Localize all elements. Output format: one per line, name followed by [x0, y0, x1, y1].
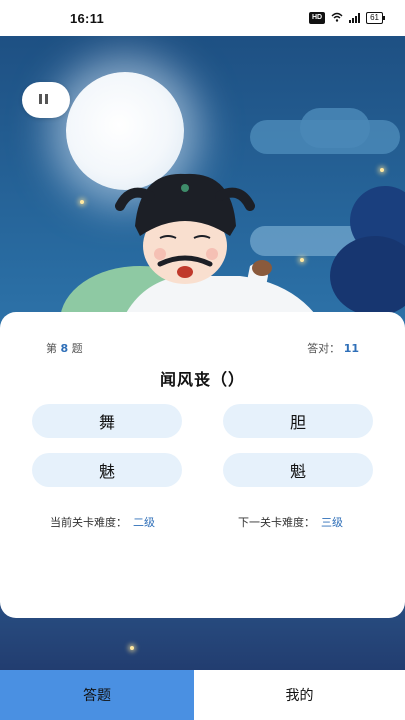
- music-play-icon: [37, 91, 55, 110]
- star-decoration: [130, 646, 134, 650]
- hd-badge: HD: [308, 12, 326, 24]
- signal-icon: [349, 13, 361, 23]
- question-counter: 第 8 题: [46, 340, 83, 356]
- music-toggle-button[interactable]: [22, 82, 70, 118]
- current-difficulty-label: 当前关卡难度：: [50, 516, 127, 529]
- next-difficulty-value: 三级: [321, 516, 343, 529]
- tab-quiz[interactable]: 答题: [0, 670, 194, 720]
- correct-label: 答对：: [307, 342, 341, 355]
- question-text: 闻风丧（）: [159, 370, 245, 389]
- option-button-1[interactable]: 舞: [32, 404, 182, 438]
- bottom-tab-bar: 答题 我的: [0, 670, 405, 720]
- next-difficulty: 下一关卡难度： 三级: [238, 514, 343, 530]
- correct-counter: 答对： 11: [307, 340, 359, 356]
- option-button-4[interactable]: 魁: [223, 453, 373, 487]
- question-prefix: 第: [46, 342, 57, 355]
- wifi-icon: [331, 12, 343, 24]
- status-bar: 16:11 HD 61: [0, 0, 405, 36]
- quiz-header: 第 8 题 答对： 11: [46, 340, 359, 356]
- cloud-decoration: [300, 108, 370, 148]
- current-difficulty-value: 二级: [133, 516, 155, 529]
- star-decoration: [80, 200, 84, 204]
- star-decoration: [380, 168, 384, 172]
- next-difficulty-label: 下一关卡难度：: [238, 516, 315, 529]
- tab-mine[interactable]: 我的: [194, 670, 405, 720]
- option-button-3[interactable]: 魅: [32, 453, 182, 487]
- question-suffix: 题: [71, 342, 83, 355]
- correct-count: 11: [343, 342, 359, 355]
- quiz-card: 第 8 题 答对： 11 闻风丧（） 舞 胆 魅 魁 当前关卡难度： 二级 下一关…: [0, 312, 405, 618]
- question-number: 8: [60, 342, 69, 355]
- battery-icon: 61: [366, 12, 385, 24]
- option-button-2[interactable]: 胆: [223, 404, 373, 438]
- current-difficulty: 当前关卡难度： 二级: [50, 514, 155, 530]
- status-icons: HD 61: [308, 12, 385, 24]
- status-time: 16:11: [70, 10, 105, 26]
